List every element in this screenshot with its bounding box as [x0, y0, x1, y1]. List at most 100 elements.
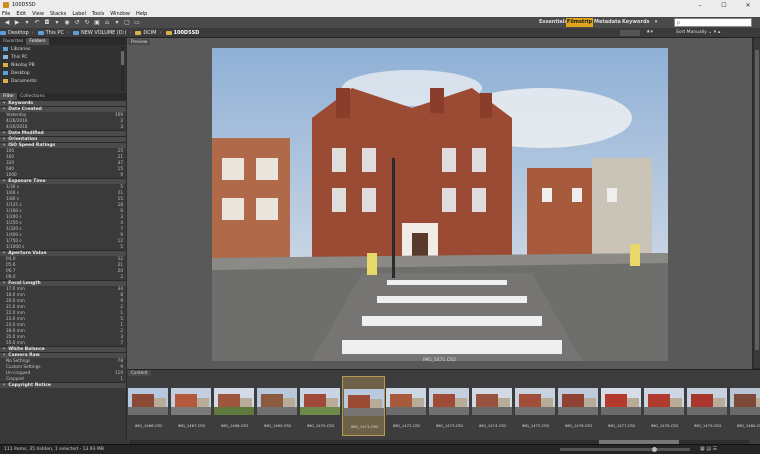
thumbnail-image	[300, 388, 340, 415]
menu-label[interactable]: Label	[72, 11, 86, 17]
section-title: White Balance	[8, 347, 45, 352]
folder-item[interactable]: Documents	[0, 77, 126, 85]
back-icon[interactable]: ◀	[4, 19, 10, 26]
preview-scrollbar[interactable]	[754, 38, 760, 368]
filmstrip-thumbnail[interactable]: IMG_1477.CR2	[600, 376, 643, 436]
filter-item-count: 2	[120, 274, 123, 279]
breadcrumb: Desktop › This PC › NEW VOLUME (D:) › DCIM ›…	[0, 28, 760, 38]
thumbnail-label: IMG_1468.CR2	[220, 423, 249, 428]
filmstrip-thumbnail[interactable]: IMG_1466.CR2	[127, 376, 170, 436]
crumb-label: NEW VOLUME (D:)	[80, 29, 127, 36]
filmstrip-thumbnail[interactable]: IMG_1470.CR2	[299, 376, 342, 436]
chevron-down-icon: ▾	[3, 101, 6, 106]
sort-direction-icon[interactable]: ⌄ ▾ ▴	[708, 29, 720, 35]
output-icon[interactable]: ▣	[94, 19, 100, 26]
crumb-current-folder[interactable]: 100D5SD	[165, 29, 200, 36]
folder-item[interactable]: Nikolay PB	[0, 61, 126, 69]
forward-icon[interactable]: ▶	[14, 19, 20, 26]
tab-preview[interactable]: Preview	[128, 39, 151, 45]
crumb-desktop[interactable]: Desktop ›	[0, 30, 34, 36]
filmstrip-thumbnail[interactable]: IMG_1476.CR2	[557, 376, 600, 436]
filmstrip-thumbnail[interactable]: IMG_1472.CR2	[385, 376, 428, 436]
menu-view[interactable]: View	[32, 11, 44, 17]
search-input[interactable]	[674, 18, 752, 27]
workspace-filmstrip[interactable]: Filmstrip	[566, 18, 593, 27]
menu-window[interactable]: Window	[110, 11, 130, 17]
workspace-more-icon[interactable]: ▾	[650, 18, 662, 27]
crumb-this-pc[interactable]: This PC ›	[37, 30, 69, 36]
camera-icon[interactable]: ◘	[44, 19, 50, 26]
folder-item[interactable]: Desktop	[0, 69, 126, 77]
filter-section-header[interactable]: ▾ Copyright Notice	[0, 382, 126, 388]
menu-file[interactable]: File	[2, 11, 10, 17]
new-folder-icon[interactable]: ▢	[124, 19, 130, 26]
crumb-label: DCIM	[143, 29, 157, 36]
filmstrip-thumbnail[interactable]: IMG_1480.CR2	[729, 376, 760, 436]
tab-folders[interactable]: Folders	[26, 38, 49, 45]
title-bar: 100D5SD – ☐ ✕	[0, 0, 760, 10]
maximize-icon[interactable]: ☐	[712, 0, 736, 10]
menu-tools[interactable]: Tools	[92, 11, 104, 17]
filter-icon[interactable]: ▾	[114, 19, 120, 26]
sort-dropdown[interactable]: Sort Manually	[676, 30, 707, 35]
star-filter-icon[interactable]: ★▾	[646, 29, 653, 35]
view-mode-toggle[interactable]	[620, 30, 640, 36]
thumbnail-image	[128, 388, 168, 415]
folder-item[interactable]: This PC	[0, 53, 126, 61]
recent-folders-icon[interactable]: ▾	[24, 19, 30, 26]
filmstrip-thumbnail[interactable]: IMG_1474.CR2	[471, 376, 514, 436]
workspace-essentials[interactable]: Essentials	[539, 18, 568, 27]
tab-filter[interactable]: Filter	[0, 93, 18, 100]
filmstrip-thumbnail[interactable]: IMG_1478.CR2	[643, 376, 686, 436]
thumbnail-size-slider[interactable]	[560, 447, 690, 452]
thumbnail-image	[472, 388, 512, 415]
folder-label: Desktop	[11, 70, 30, 76]
filmstrip-thumbnail[interactable]: IMG_1479.CR2	[686, 376, 729, 436]
delete-icon[interactable]: ▭	[134, 19, 140, 26]
tab-favorites[interactable]: Favorites	[0, 38, 26, 45]
filmstrip-thumbnail[interactable]: IMG_1469.CR2	[256, 376, 299, 436]
filter-item-label: 55.0 mm	[6, 340, 25, 345]
boomerang-icon[interactable]: ↶	[34, 19, 40, 26]
scroll-thumb[interactable]	[121, 51, 124, 65]
workspace-keywords[interactable]: Keywords	[622, 18, 650, 27]
get-photos-icon[interactable]: ⌂	[104, 19, 110, 26]
close-icon[interactable]: ✕	[736, 0, 760, 10]
filmstrip-thumbnail[interactable]: IMG_1473.CR2	[428, 376, 471, 436]
preview-panel: Preview IMG_1471.CR2	[127, 38, 752, 369]
menu-help[interactable]: Help	[136, 11, 147, 17]
slider-handle[interactable]	[652, 447, 657, 452]
thumbnail-image	[257, 388, 297, 415]
crumb-label: 100D5SD	[173, 29, 200, 36]
minimize-icon[interactable]: –	[688, 0, 712, 10]
filmstrip-thumbnail[interactable]: IMG_1468.CR2	[213, 376, 256, 436]
filter-item-label: 1/1000 s	[6, 244, 25, 249]
refine-icon[interactable]: ▾	[54, 19, 60, 26]
workspace-metadata[interactable]: Metadata	[594, 18, 621, 27]
section-title: ISO Speed Ratings	[8, 143, 56, 148]
rotate-left-icon[interactable]: ↺	[74, 19, 80, 26]
crumb-volume[interactable]: NEW VOLUME (D:) ›	[72, 29, 131, 36]
chevron-down-icon: ▾	[3, 131, 6, 136]
rotate-right-icon[interactable]: ↻	[84, 19, 90, 26]
filmstrip-thumbnail[interactable]: IMG_1471.CR2	[342, 376, 385, 436]
tab-collections[interactable]: Collections	[17, 93, 48, 100]
folder-item[interactable]: Libraries	[0, 45, 126, 53]
folder-icon	[0, 30, 6, 35]
open-in-camera-raw-icon[interactable]: ◉	[64, 19, 70, 26]
filmstrip-thumbnail[interactable]: IMG_1467.CR2	[170, 376, 213, 436]
menu-stacks[interactable]: Stacks	[50, 11, 66, 17]
filter-item-label: Cropped	[6, 376, 24, 381]
scroll-thumb[interactable]	[755, 50, 759, 350]
pc-icon	[3, 55, 8, 59]
chevron-down-icon: ▾	[3, 353, 6, 358]
crumb-dcim[interactable]: DCIM ›	[135, 29, 162, 36]
folder-label: Nikolay PB	[11, 62, 35, 68]
bridge-window: 100D5SD – ☐ ✕ File Edit View Stacks Labe…	[0, 0, 760, 454]
filmstrip-thumbnail[interactable]: IMG_1475.CR2	[514, 376, 557, 436]
menu-edit[interactable]: Edit	[16, 11, 26, 17]
preview-image[interactable]	[212, 48, 668, 361]
folders-scrollbar[interactable]	[121, 47, 124, 91]
thumbnail-image	[515, 388, 555, 415]
view-grid-icon[interactable]: ▦ ▤ ☰	[700, 446, 717, 452]
